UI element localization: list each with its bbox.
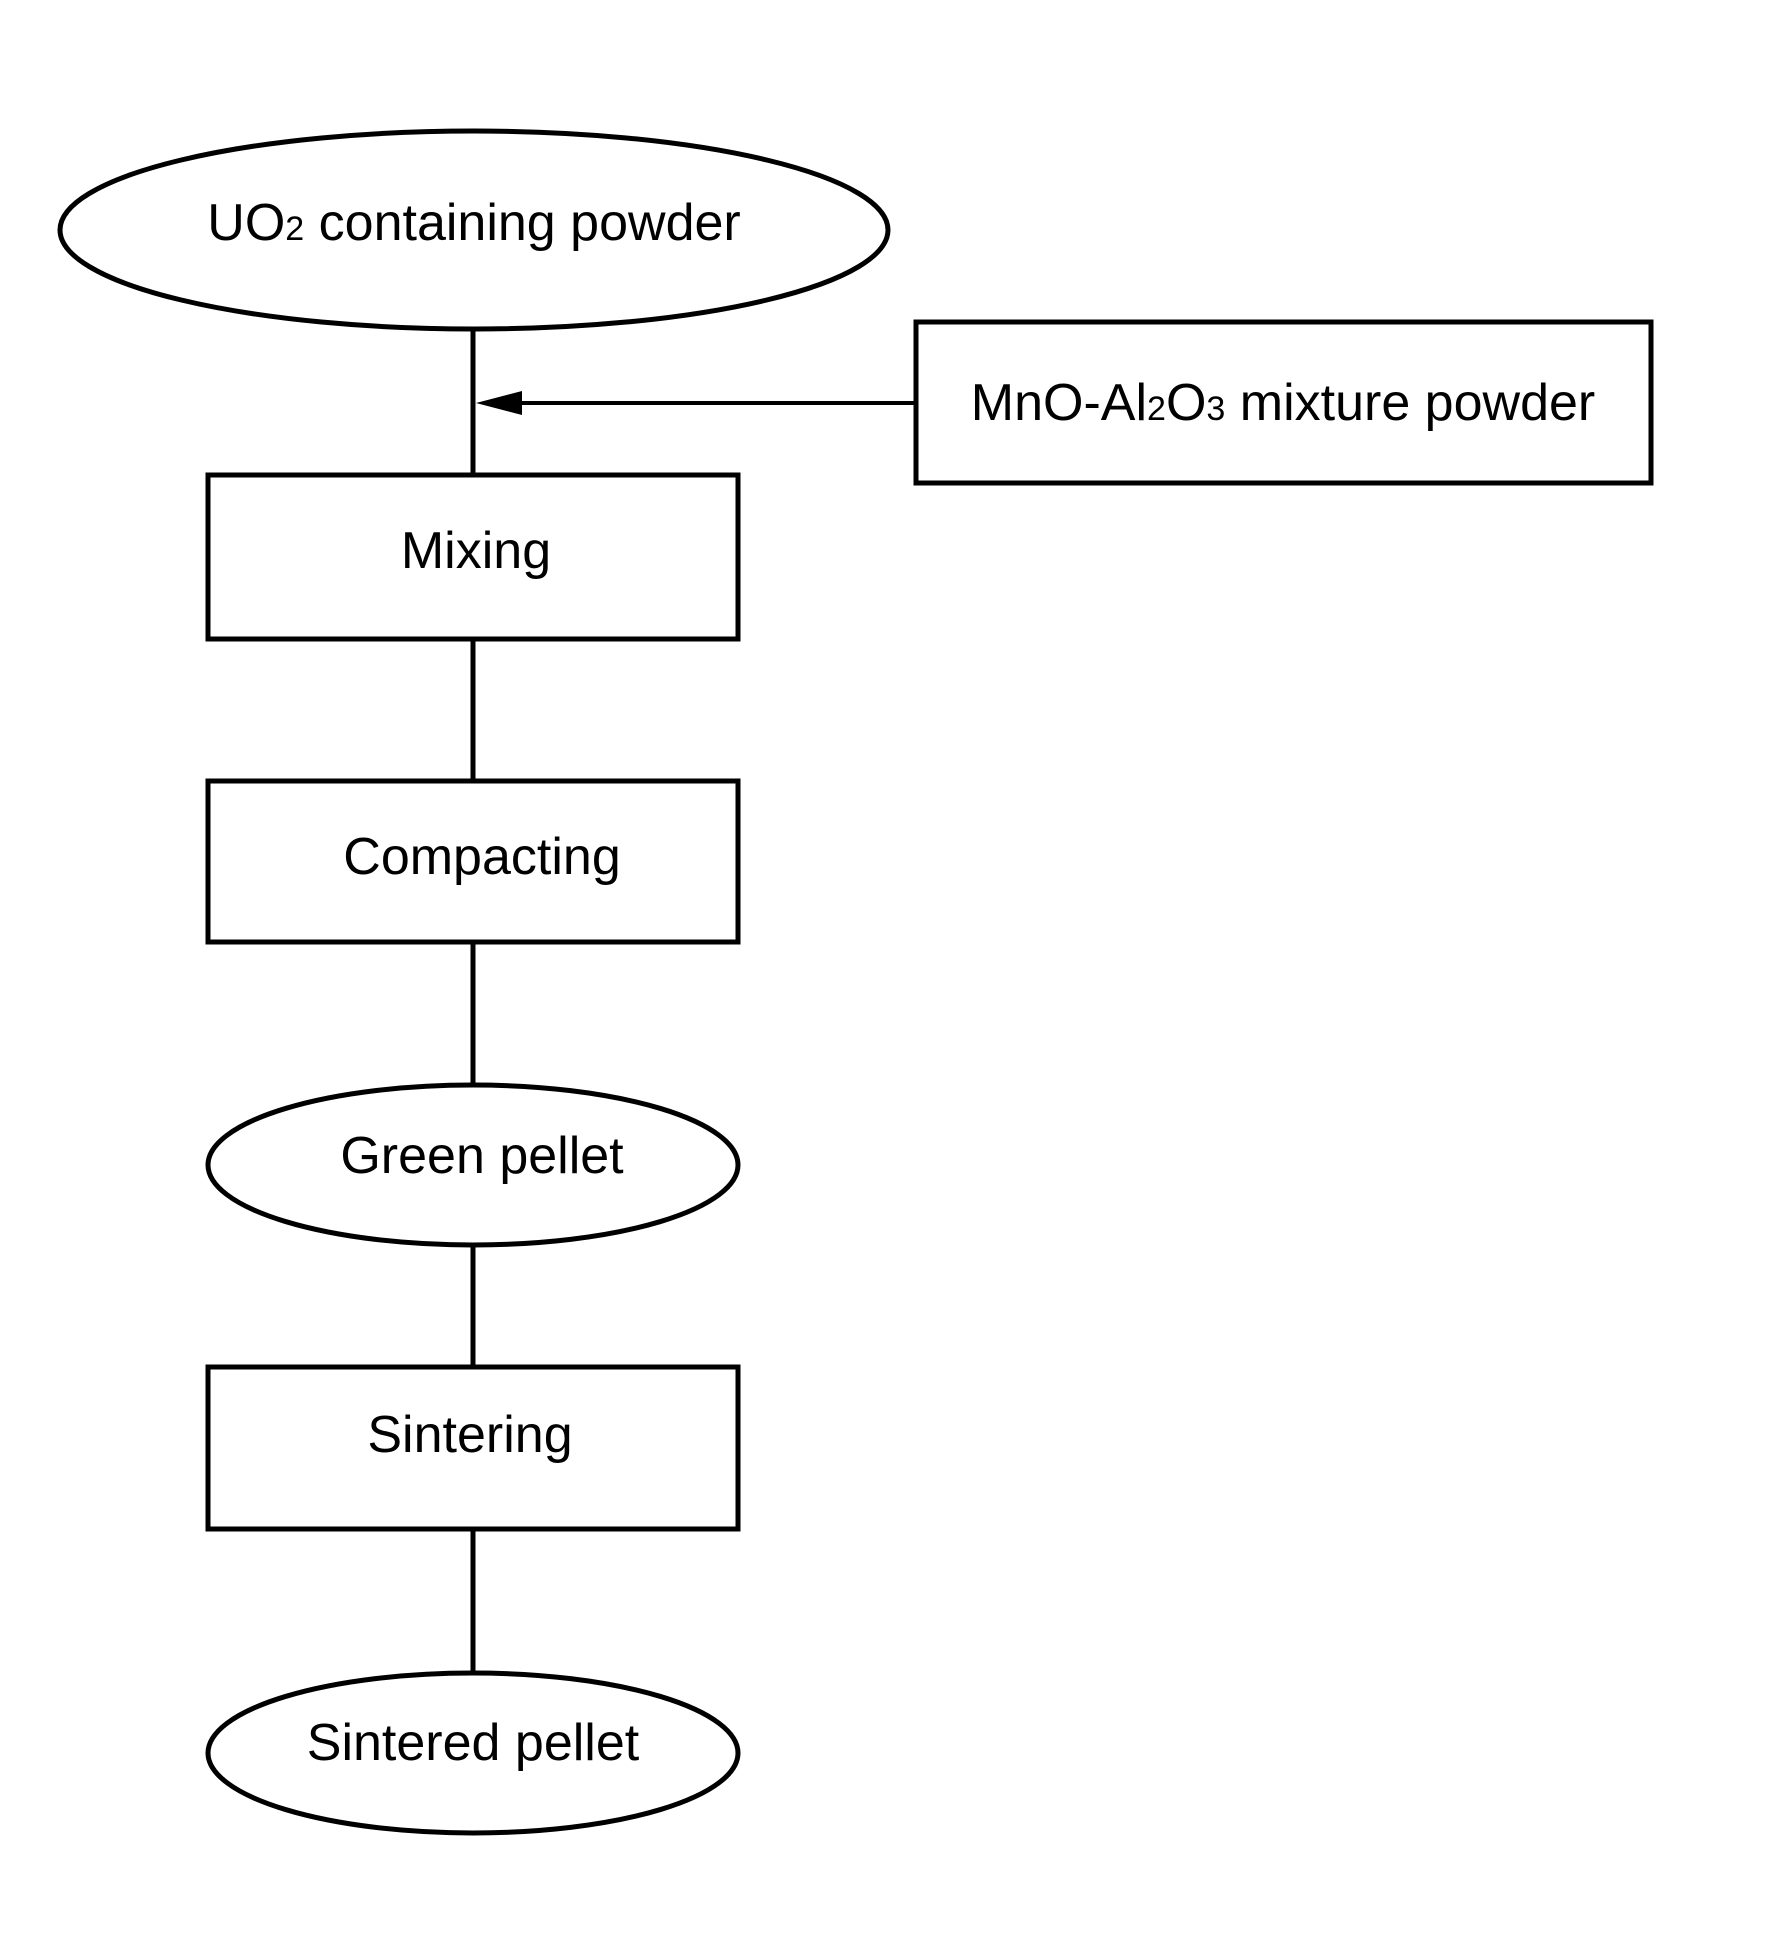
node-sintered-pellet-label: Sintered pellet <box>307 1714 640 1772</box>
node-mixing-label: Mixing <box>401 522 551 580</box>
node-sintering-label: Sintering <box>367 1406 572 1464</box>
node-green-pellet-label: Green pellet <box>340 1127 624 1185</box>
node-mno-al2o3-powder[interactable]: MnO-Al2O3 mixture powder <box>913 319 1654 486</box>
node-mixing[interactable]: Mixing <box>205 472 741 642</box>
node-mno-al2o3-powder-label: MnO-Al2O3 mixture powder <box>971 374 1595 432</box>
node-compacting-label: Compacting <box>343 828 620 886</box>
node-compacting[interactable]: Compacting <box>205 778 741 945</box>
arrowhead-icon <box>476 391 522 415</box>
node-green-pellet[interactable]: Green pellet <box>205 1082 741 1248</box>
node-sintering[interactable]: Sintering <box>205 1364 741 1532</box>
flowchart-canvas: UO2 containing powder MnO-Al2O3 mixture … <box>57 128 1654 1836</box>
node-sintered-pellet[interactable]: Sintered pellet <box>205 1670 741 1836</box>
node-uo2-powder[interactable]: UO2 containing powder <box>57 128 891 332</box>
